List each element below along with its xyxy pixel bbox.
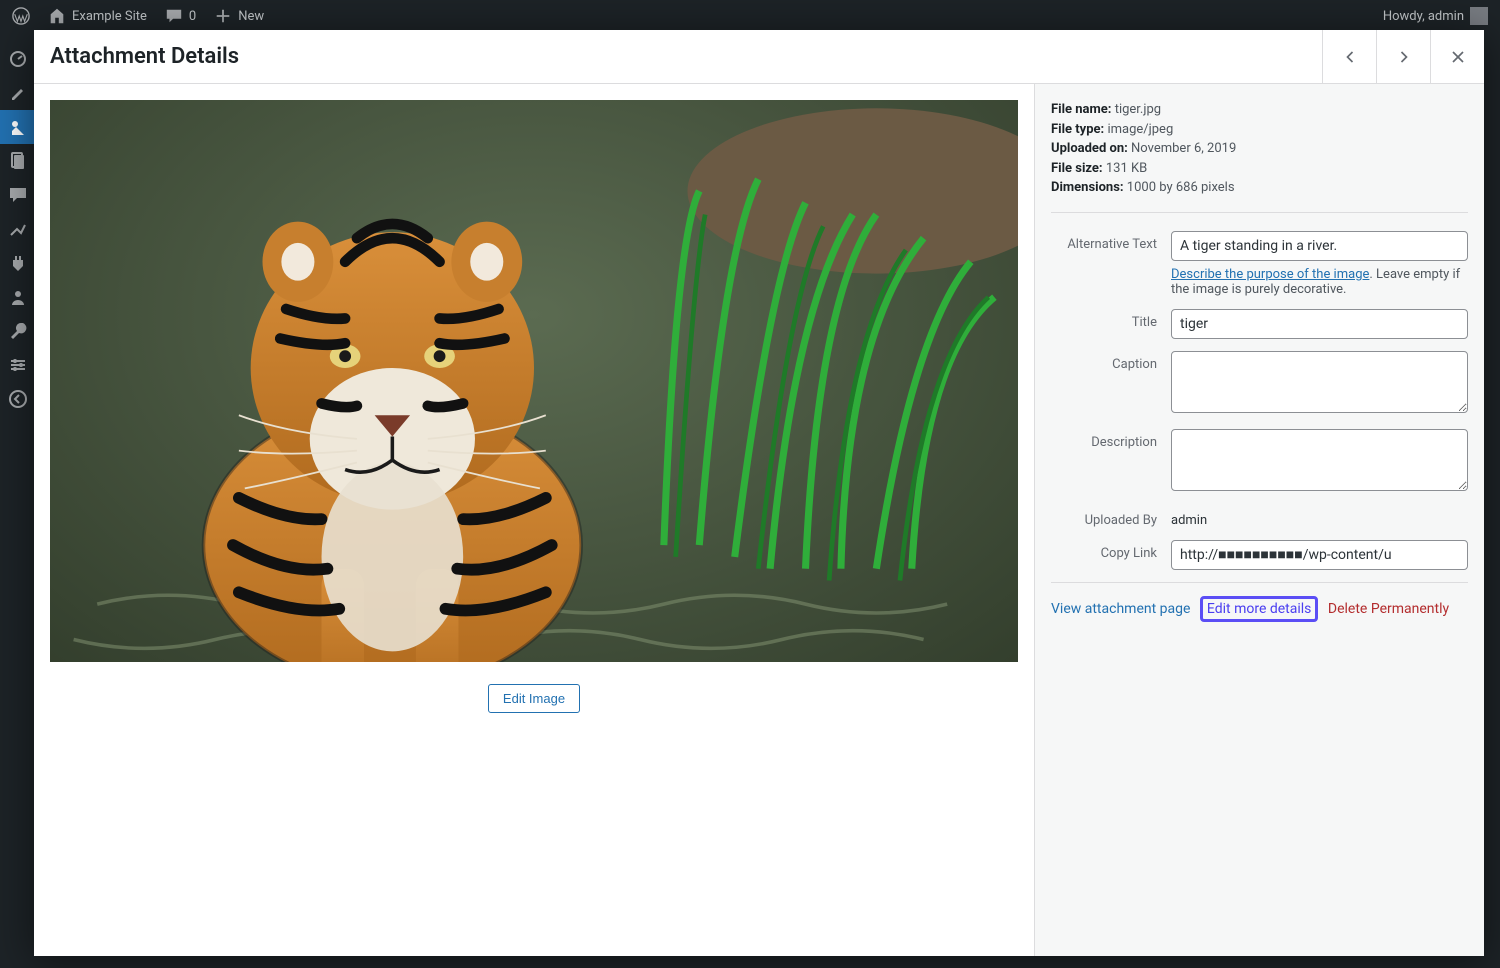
menu-media[interactable] (0, 110, 36, 144)
delete-permanently-link[interactable]: Delete Permanently (1328, 601, 1449, 617)
meta-dimensions-label: Dimensions: (1051, 180, 1124, 195)
site-name-link[interactable]: Example Site (48, 7, 147, 25)
comment-count: 0 (189, 9, 196, 24)
meta-filetype-label: File type: (1051, 122, 1104, 137)
meta-filesize-value: 131 KB (1106, 161, 1147, 176)
alt-text-help: Describe the purpose of the image. Leave… (1171, 267, 1468, 297)
new-content-link[interactable]: New (214, 7, 264, 25)
menu-pages[interactable] (0, 144, 36, 178)
copy-link-input[interactable] (1171, 540, 1468, 570)
uploaded-by-label: Uploaded By (1051, 507, 1171, 528)
menu-posts[interactable] (0, 76, 36, 110)
uploaded-by-value: admin (1171, 507, 1468, 528)
caption-label: Caption (1051, 351, 1171, 372)
alt-text-help-link[interactable]: Describe the purpose of the image (1171, 267, 1369, 282)
menu-tools[interactable] (0, 314, 36, 348)
attachment-details-modal: Attachment Details (34, 30, 1484, 956)
attachment-actions: View attachment page Edit more details D… (1051, 601, 1468, 617)
avatar (1470, 7, 1488, 25)
close-button[interactable] (1430, 30, 1484, 83)
meta-filename-value: tiger.jpg (1115, 102, 1161, 117)
wp-logo[interactable] (12, 7, 30, 25)
comments-link[interactable]: 0 (165, 7, 196, 25)
menu-settings[interactable] (0, 348, 36, 382)
site-name: Example Site (72, 9, 147, 24)
media-preview-pane: Edit Image (34, 84, 1034, 956)
alt-text-input[interactable] (1171, 231, 1468, 261)
copy-link-label: Copy Link (1051, 540, 1171, 561)
description-input[interactable] (1171, 429, 1468, 491)
attachment-meta: File name: tiger.jpg File type: image/jp… (1051, 100, 1468, 198)
modal-title: Attachment Details (50, 44, 239, 69)
next-button[interactable] (1376, 30, 1430, 83)
admin-menu (0, 32, 36, 968)
title-input[interactable] (1171, 309, 1468, 339)
admin-bar: Example Site 0 New Howdy, admin (0, 0, 1500, 32)
meta-filesize-label: File size: (1051, 161, 1103, 176)
meta-uploadedon-label: Uploaded on: (1051, 141, 1128, 156)
menu-users[interactable] (0, 280, 36, 314)
menu-dashboard[interactable] (0, 42, 36, 76)
meta-dimensions-value: 1000 by 686 pixels (1127, 180, 1235, 195)
edit-image-button[interactable]: Edit Image (488, 684, 580, 713)
meta-uploadedon-value: November 6, 2019 (1131, 141, 1236, 156)
menu-appearance[interactable] (0, 212, 36, 246)
account-link[interactable]: Howdy, admin (1383, 7, 1488, 25)
menu-comments[interactable] (0, 178, 36, 212)
modal-header: Attachment Details (34, 30, 1484, 84)
menu-plugins[interactable] (0, 246, 36, 280)
edit-more-details-link[interactable]: Edit more details (1200, 596, 1319, 622)
prev-button[interactable] (1322, 30, 1376, 83)
greeting: Howdy, admin (1383, 9, 1464, 24)
view-attachment-link[interactable]: View attachment page (1051, 601, 1190, 617)
meta-filetype-value: image/jpeg (1107, 122, 1173, 137)
title-label: Title (1051, 309, 1171, 330)
description-label: Description (1051, 429, 1171, 450)
new-label: New (238, 9, 264, 24)
alt-text-label: Alternative Text (1051, 231, 1171, 252)
menu-collapse[interactable] (0, 382, 36, 416)
meta-filename-label: File name: (1051, 102, 1111, 117)
attachment-details-pane: File name: tiger.jpg File type: image/jp… (1034, 84, 1484, 956)
attachment-image (50, 100, 1018, 662)
caption-input[interactable] (1171, 351, 1468, 413)
